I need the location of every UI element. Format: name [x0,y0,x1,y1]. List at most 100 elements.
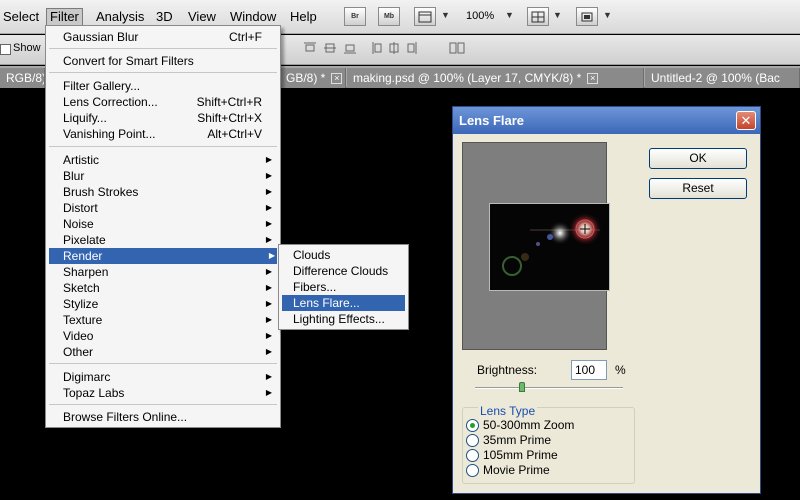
menu-item-render[interactable]: Render ▶ [49,248,277,264]
close-icon[interactable]: ✕ [736,111,756,130]
align-icons[interactable] [302,40,362,59]
chevron-right-icon: ▶ [265,203,272,212]
radio-50-300mm-zoom[interactable] [466,419,479,432]
menu-item-texture[interactable]: Texture ▶ [63,312,274,328]
menu-item-gaussian-blur[interactable]: Gaussian Blur Ctrl+F [63,29,274,45]
chevron-down-icon[interactable]: ▼ [441,10,450,20]
radio-105mm-prime[interactable] [466,449,479,462]
bridge-button[interactable]: Br [344,7,366,26]
flare-preview-image[interactable] [489,203,610,291]
show-transform-checkbox[interactable] [0,44,11,55]
show-transform-label: Show [13,42,41,54]
distribute-icons[interactable] [370,40,430,59]
screen-mode-button[interactable] [576,7,598,26]
menu-item-vanishing-point[interactable]: Vanishing Point... Alt+Ctrl+V [63,126,274,142]
menu-divider [49,363,277,364]
menu-analysis[interactable]: Analysis [93,8,147,26]
menu-item-noise[interactable]: Noise ▶ [63,216,274,232]
ok-button[interactable]: OK [649,148,747,169]
menu-item-brush-strokes[interactable]: Brush Strokes ▶ [63,184,274,200]
radio-movie-prime[interactable] [466,464,479,477]
brightness-input[interactable]: 100 [571,360,607,380]
menu-divider [49,146,277,147]
menu-window[interactable]: Window [227,8,279,26]
menu-item-liquify[interactable]: Liquify... Shift+Ctrl+X [63,110,274,126]
menu-help[interactable]: Help [287,8,320,26]
menu-item-difference-clouds[interactable]: Difference Clouds [293,263,405,279]
menu-item-other[interactable]: Other ▶ [63,344,274,360]
lens-option-label[interactable]: 105mm Prime [483,448,558,462]
chevron-right-icon: ▶ [268,251,275,260]
menu-item-fibers[interactable]: Fibers... [293,279,405,295]
arrange-documents-button[interactable] [527,7,549,26]
menu-item-distort[interactable]: Distort ▶ [63,200,274,216]
zoom-level[interactable]: 100% [466,10,494,22]
menu-item-browse-filters-online[interactable]: Browse Filters Online... [63,409,274,425]
menu-filter[interactable]: Filter [46,8,83,26]
flare-preview-panel [462,142,610,350]
shortcut-label: Shift+Ctrl+X [197,111,262,125]
menu-item-video[interactable]: Video ▶ [63,328,274,344]
brightness-slider-track[interactable] [475,387,623,389]
chevron-right-icon: ▶ [265,235,272,244]
close-icon[interactable]: × [331,73,343,85]
chevron-right-icon: ▶ [265,187,272,196]
lens-flare-image [490,204,609,290]
mini-bridge-button[interactable]: Mb [378,7,400,26]
layout-icon [531,11,545,23]
lens-option-label[interactable]: 35mm Prime [483,433,551,447]
auto-align-icon[interactable] [448,40,466,59]
menu-item-convert-smart-filters[interactable]: Convert for Smart Filters [63,53,274,69]
tab-document-2[interactable]: GB/8) * × [280,68,346,88]
brightness-slider-thumb[interactable] [519,382,525,392]
shortcut-label: Ctrl+F [229,30,262,44]
menu-divider [49,48,277,49]
radio-35mm-prime[interactable] [466,434,479,447]
menu-item-lighting-effects[interactable]: Lighting Effects... [293,311,405,327]
menu-item-digimarc[interactable]: Digimarc ▶ [63,369,274,385]
chevron-right-icon: ▶ [265,347,272,356]
align-horizontal-icon [372,42,417,54]
chevron-down-icon[interactable]: ▼ [553,10,562,20]
menu-3d[interactable]: 3D [153,8,176,26]
auto-align-icon [449,42,465,54]
grid-icon [418,11,432,23]
chevron-right-icon: ▶ [265,171,272,180]
menu-item-pixelate[interactable]: Pixelate ▶ [63,232,274,248]
lens-flare-dialog: Lens Flare ✕ OK Reset Brightness: 100 % … [452,106,761,494]
chevron-down-icon[interactable]: ▼ [603,10,612,20]
brightness-unit: % [615,363,626,377]
tab-document-1[interactable]: RGB/8) [0,68,45,88]
brightness-label: Brightness: [477,363,538,377]
reset-button[interactable]: Reset [649,178,747,199]
menu-item-filter-gallery[interactable]: Filter Gallery... [63,78,274,94]
menu-item-sharpen[interactable]: Sharpen ▶ [63,264,274,280]
tab-making-psd[interactable]: making.psd @ 100% (Layer 17, CMYK/8) * × [347,68,644,88]
menu-item-clouds[interactable]: Clouds [293,247,405,263]
lens-option-label[interactable]: 50-300mm Zoom [483,418,574,432]
menu-select[interactable]: Select [0,8,42,26]
shortcut-label: Alt+Ctrl+V [207,127,262,141]
chevron-right-icon: ▶ [265,388,272,397]
menu-item-sketch[interactable]: Sketch ▶ [63,280,274,296]
tab-untitled-2[interactable]: Untitled-2 @ 100% (Bac [645,68,800,88]
close-icon[interactable]: × [587,73,599,85]
menu-item-lens-correction[interactable]: Lens Correction... Shift+Ctrl+R [63,94,274,110]
filter-menu: Gaussian Blur Ctrl+F Convert for Smart Fi… [45,25,281,428]
lens-option-label[interactable]: Movie Prime [483,463,550,477]
chevron-right-icon: ▶ [265,155,272,164]
chevron-right-icon: ▶ [265,331,272,340]
menu-item-lens-flare[interactable]: Lens Flare... [282,295,405,311]
align-vertical-icon [304,42,356,54]
radio-selected-dot [470,423,475,428]
menu-view[interactable]: View [185,8,219,26]
menu-item-blur[interactable]: Blur ▶ [63,168,274,184]
view-extras-button[interactable] [414,7,436,26]
menu-item-artistic[interactable]: Artistic ▶ [63,152,274,168]
menu-item-stylize[interactable]: Stylize ▶ [63,296,274,312]
dialog-title: Lens Flare [453,107,760,134]
menu-item-topaz-labs[interactable]: Topaz Labs ▶ [63,385,274,401]
screen-mode-icon [581,12,593,22]
chevron-down-icon[interactable]: ▼ [505,10,514,20]
menu-divider [49,404,277,405]
